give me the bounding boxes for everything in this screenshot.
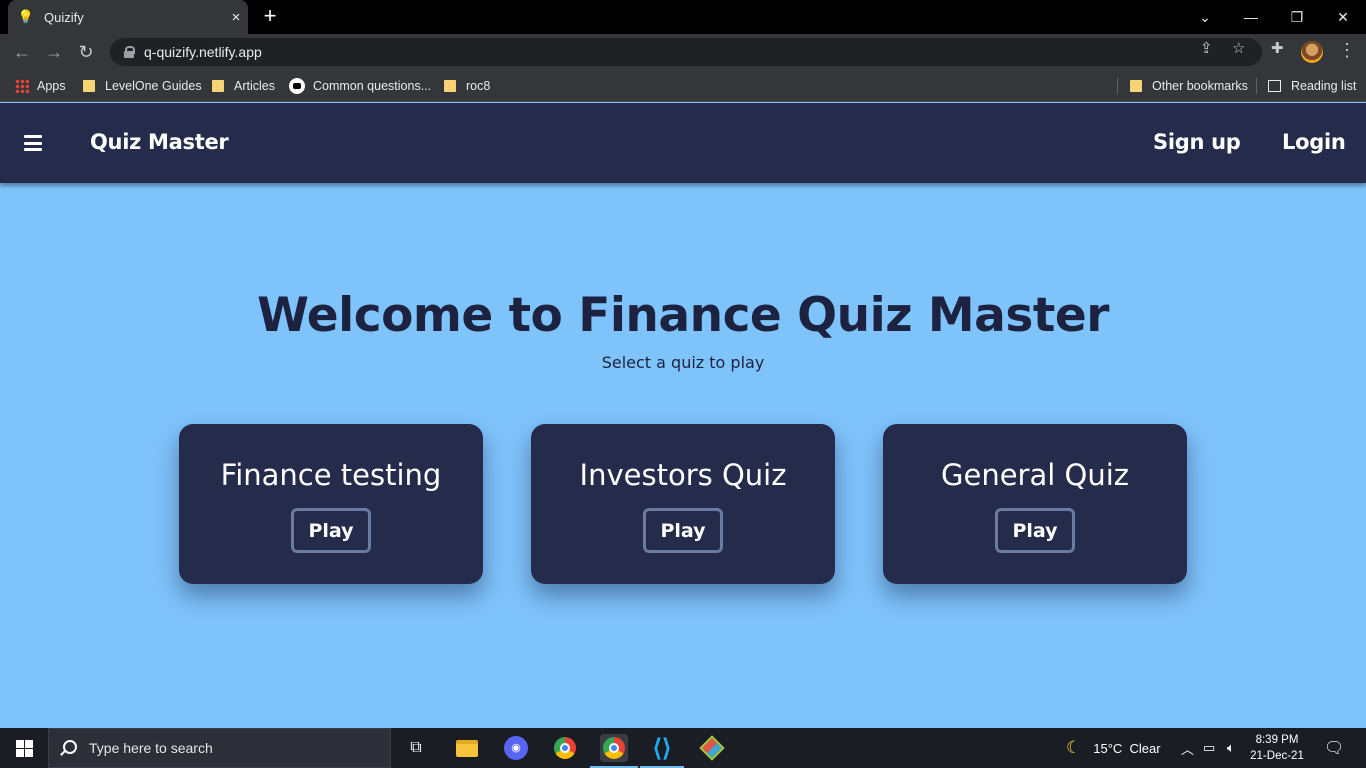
bookmark-label: Apps <box>37 79 66 93</box>
bookmark-levelone-guides[interactable]: LevelOne Guides <box>83 76 202 96</box>
url-text[interactable]: q-quizify.netlify.app <box>144 44 262 60</box>
quiz-card-finance-testing: Finance testing Play <box>179 424 483 584</box>
notification-center-icon[interactable]: 🗨︎ <box>1324 728 1344 768</box>
page-title: Welcome to Finance Quiz Master <box>257 288 1109 343</box>
quiz-card-general-quiz: General Quiz Play <box>883 424 1187 584</box>
file-explorer-icon[interactable] <box>453 734 481 762</box>
close-window-button[interactable]: ✕ <box>1320 0 1366 34</box>
windows-taskbar: Type here to search ⧉ ◉ ⟨⟩ ☾ 15°C Clear … <box>0 728 1366 768</box>
address-bar[interactable]: q-quizify.netlify.app <box>110 38 1262 66</box>
bookmarks-bar: Apps LevelOne Guides Articles Common que… <box>0 70 1366 102</box>
signup-link[interactable]: Sign up <box>1153 130 1241 154</box>
taskbar-clock[interactable]: 8:39 PM 21-Dec-21 <box>1246 732 1308 764</box>
bookmark-other[interactable]: Other bookmarks <box>1130 76 1248 96</box>
folder-icon <box>1130 80 1142 92</box>
chrome-profile-icon[interactable] <box>600 734 628 762</box>
menu-kebab-icon[interactable]: ⋮ <box>1338 40 1356 61</box>
apps-grid-icon <box>15 79 29 93</box>
site-favicon-icon <box>289 78 305 94</box>
bookmark-label: roc8 <box>466 79 491 93</box>
bookmark-articles[interactable]: Articles <box>212 76 275 96</box>
clock-date: 21-Dec-21 <box>1250 750 1304 762</box>
play-button[interactable]: Play <box>643 508 723 553</box>
bookmark-label: Common questions... <box>313 79 432 93</box>
lightbulb-favicon-icon: 💡 <box>17 9 35 24</box>
taskbar-search-box[interactable]: Type here to search <box>48 728 391 768</box>
gitkraken-icon[interactable] <box>698 734 726 762</box>
browser-tab-quizify[interactable]: 💡 Quizify × <box>8 0 248 34</box>
bookmark-separator <box>1256 78 1257 94</box>
moon-icon: ☾ <box>1066 738 1082 757</box>
chrome-icon[interactable] <box>551 734 579 762</box>
new-tab-button[interactable]: + <box>258 5 282 29</box>
lock-icon <box>124 46 135 58</box>
bookmark-common-questions[interactable]: Common questions... <box>289 76 431 96</box>
search-icon <box>63 739 77 754</box>
vscode-icon[interactable]: ⟨⟩ <box>648 734 676 762</box>
quiz-card-title: Finance testing <box>220 458 442 492</box>
quiz-card-title: Investors Quiz <box>579 458 787 492</box>
search-placeholder: Type here to search <box>89 740 213 756</box>
app-navbar: Quiz Master Sign up Login <box>0 103 1366 183</box>
bookmark-label: LevelOne Guides <box>105 79 202 93</box>
weather-widget[interactable]: ☾ 15°C Clear <box>1066 728 1161 768</box>
folder-icon <box>212 80 224 92</box>
extensions-puzzle-icon[interactable]: ✚ <box>1271 39 1284 57</box>
folder-icon <box>83 80 95 92</box>
reload-button[interactable]: ↻ <box>74 40 98 64</box>
bookmark-separator <box>1117 78 1118 94</box>
bookmark-roc8[interactable]: roc8 <box>444 76 490 96</box>
show-hidden-icons-chevron-icon[interactable]: ︿ <box>1181 728 1194 768</box>
browser-toolbar: ← → ↻ q-quizify.netlify.app ⇪ ☆ ✚ ⋮ <box>0 34 1366 70</box>
restore-button[interactable]: ❐ <box>1274 0 1320 34</box>
network-icon[interactable]: ▭ <box>1203 728 1215 768</box>
minimize-button[interactable]: — <box>1228 0 1274 34</box>
quiz-card-investors-quiz: Investors Quiz Play <box>531 424 835 584</box>
tab-close-icon[interactable]: × <box>224 9 248 26</box>
browser-tab-strip: 💡 Quizify × + ⌄ — ❐ ✕ <box>0 0 1366 34</box>
quiz-card-title: General Quiz <box>941 458 1129 492</box>
reading-list-button[interactable]: Reading list <box>1268 76 1356 96</box>
discord-icon[interactable]: ◉ <box>502 734 530 762</box>
play-button[interactable]: Play <box>291 508 371 553</box>
weather-text: 15°C Clear <box>1093 740 1161 756</box>
task-view-icon[interactable]: ⧉ <box>402 734 430 762</box>
reading-list-label: Reading list <box>1291 79 1357 93</box>
tab-search-chevron-icon[interactable]: ⌄ <box>1182 0 1228 34</box>
reading-list-icon <box>1268 80 1281 92</box>
forward-button[interactable]: → <box>42 40 66 64</box>
hamburger-menu-icon[interactable] <box>24 135 42 151</box>
bookmark-label: Other bookmarks <box>1152 79 1248 93</box>
profile-avatar[interactable] <box>1301 41 1323 63</box>
page-subtitle: Select a quiz to play <box>601 353 765 372</box>
play-button[interactable]: Play <box>995 508 1075 553</box>
volume-icon[interactable]: 🔈︎ <box>1227 728 1235 768</box>
tab-title: Quizify <box>44 9 84 25</box>
folder-icon <box>444 80 456 92</box>
back-button[interactable]: ← <box>10 40 34 64</box>
bookmark-apps[interactable]: Apps <box>15 76 66 96</box>
share-icon[interactable]: ⇪ <box>1200 39 1213 57</box>
bookmark-label: Articles <box>234 79 275 93</box>
login-link[interactable]: Login <box>1282 130 1346 154</box>
clock-time: 8:39 PM <box>1255 734 1299 746</box>
bookmark-star-icon[interactable]: ☆ <box>1232 39 1245 57</box>
brand-title[interactable]: Quiz Master <box>90 130 229 154</box>
windows-start-icon[interactable] <box>16 740 33 757</box>
